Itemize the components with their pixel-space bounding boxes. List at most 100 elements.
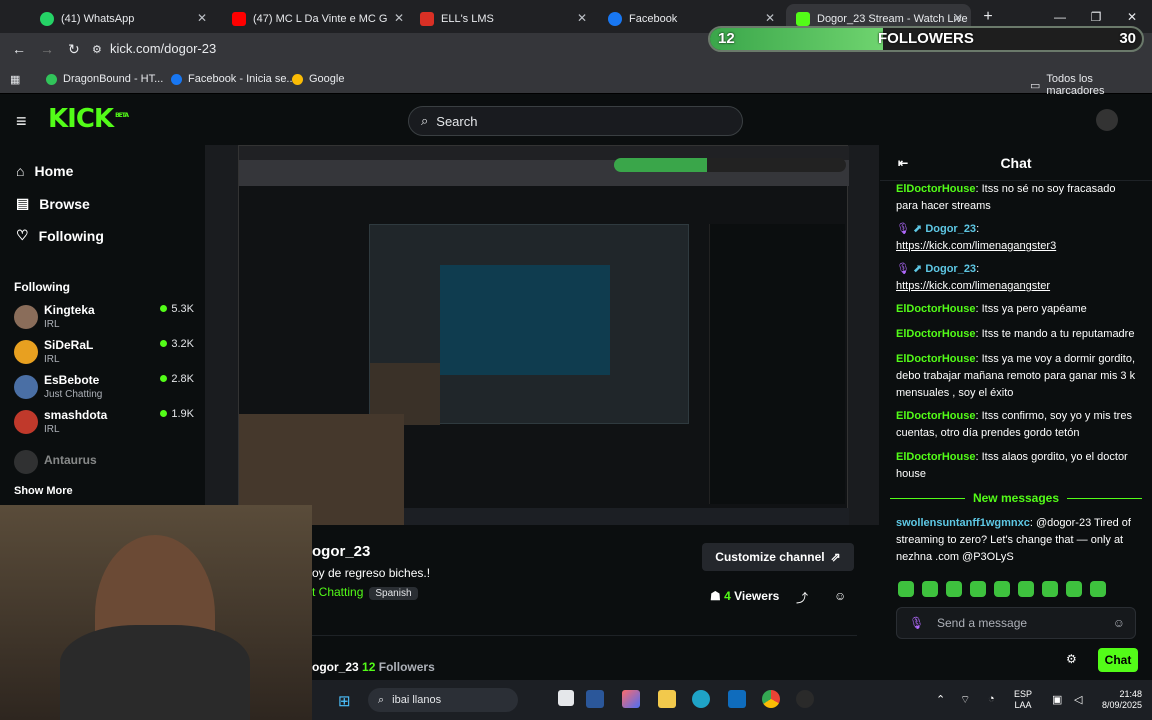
chat-link[interactable]: https://kick.com/limenagangster xyxy=(896,280,1050,292)
clock[interactable]: 21:48 8/09/2025 xyxy=(1092,689,1142,711)
kick-icon xyxy=(796,11,810,26)
settings-gear-icon[interactable]: ⚙ xyxy=(1066,652,1077,666)
live-dot-icon xyxy=(160,375,168,382)
microphone-icon[interactable]: ◔ xyxy=(988,693,995,705)
whatsapp-icon xyxy=(40,11,54,26)
follow-user-icon[interactable]: ☺ xyxy=(834,589,846,603)
chevron-up-icon[interactable]: ⌃ xyxy=(936,693,945,706)
viewer-count: 1.9K xyxy=(160,408,194,420)
following-item[interactable]: EsBebote Just Chatting 2.8K xyxy=(14,373,194,405)
nav-browse[interactable]: ▤ Browse xyxy=(16,195,90,212)
chat-username[interactable]: ElDoctorHouse xyxy=(896,353,975,365)
close-icon[interactable]: ✕ xyxy=(197,11,207,25)
send-chat-button[interactable]: Chat xyxy=(1098,648,1138,672)
tab-whatsapp[interactable]: (41) WhatsApp ✕ xyxy=(30,4,215,33)
avatar[interactable] xyxy=(1096,109,1118,131)
close-icon[interactable]: ✕ xyxy=(953,11,963,25)
following-item-offline[interactable]: Antaurus xyxy=(14,448,194,480)
tab-ells-lms[interactable]: ELL's LMS ✕ xyxy=(410,4,595,33)
tab-youtube[interactable]: (47) MC L Da Vinte e MC G ✕ xyxy=(222,4,412,33)
bookmark-google[interactable]: Google xyxy=(292,73,344,85)
all-bookmarks[interactable]: ▭ Todos los marcadores xyxy=(1030,73,1152,97)
kick-logo[interactable]: KICK BETA xyxy=(48,104,129,134)
emote-icon[interactable] xyxy=(898,581,914,597)
bookmark-facebook[interactable]: Facebook - Inicia se... xyxy=(171,73,296,85)
chat-username[interactable]: ElDoctorHouse xyxy=(896,410,975,422)
chat-username[interactable]: swollensuntanff1wgmnxc xyxy=(896,517,1030,529)
following-item[interactable]: Kingteka IRL 5.3K xyxy=(14,303,194,335)
language-tag[interactable]: Spanish xyxy=(369,587,418,600)
chat-username[interactable]: Dogor_23 xyxy=(925,223,976,235)
emote-icon[interactable] xyxy=(1090,581,1106,597)
emote-icon[interactable] xyxy=(970,581,986,597)
keyboard-language[interactable]: ESP LAA xyxy=(1014,689,1032,711)
edge-icon[interactable] xyxy=(692,690,710,708)
reload-icon[interactable]: ↻ xyxy=(68,41,80,58)
new-messages-divider[interactable]: New messages xyxy=(890,491,1142,505)
forward-icon[interactable]: → xyxy=(40,41,54,57)
chat-message: swollensuntanff1wgmnxc: @dogor-23 Tired … xyxy=(896,517,1131,563)
url-field[interactable]: kick.com/dogor-23 xyxy=(110,41,216,56)
stream-video-player[interactable] xyxy=(205,145,879,525)
chat-username[interactable]: ElDoctorHouse xyxy=(896,303,975,315)
logo-badge: BETA xyxy=(115,112,129,120)
taskbar-search[interactable]: ⌕ ibai llanos xyxy=(368,688,518,712)
emote-icon[interactable] xyxy=(1042,581,1058,597)
menu-icon[interactable]: ≡ xyxy=(16,111,27,132)
divider-line xyxy=(890,497,965,499)
channel-name: EsBebote xyxy=(44,373,100,387)
chrome-icon[interactable] xyxy=(762,690,780,708)
viewer-value: 4 xyxy=(724,589,731,603)
channel-name[interactable]: ogor_23 xyxy=(312,543,370,560)
share-icon[interactable]: ⤴ xyxy=(796,589,808,606)
dragonbound-icon xyxy=(46,73,57,85)
nav-home[interactable]: ⌂ Home xyxy=(16,163,73,179)
emote-icon[interactable] xyxy=(994,581,1010,597)
close-icon[interactable]: ✕ xyxy=(394,11,404,25)
chat-link[interactable]: https://kick.com/limenagangster3 xyxy=(896,240,1056,252)
webcam-shirt xyxy=(60,625,250,720)
channel-name[interactable]: ogor_23 xyxy=(312,660,359,674)
copilot-icon[interactable] xyxy=(622,690,640,708)
collapse-chat-icon[interactable]: ⇤ xyxy=(898,156,908,170)
task-view-icon[interactable] xyxy=(558,690,574,706)
chat-username[interactable]: Dogor_23 xyxy=(925,263,976,275)
viewer-count: 5.3K xyxy=(160,303,194,315)
emoji-icon[interactable]: ☺ xyxy=(1113,616,1125,630)
nav-following[interactable]: ♡ Following xyxy=(16,227,104,244)
volume-icon[interactable]: ◁ xyxy=(1074,693,1082,706)
emote-icon[interactable] xyxy=(946,581,962,597)
apps-icon[interactable]: ▦ xyxy=(10,73,20,86)
emote-icon[interactable] xyxy=(1066,581,1082,597)
site-info-icon[interactable]: ⚙ xyxy=(92,43,102,56)
back-icon[interactable]: ← xyxy=(12,41,26,57)
customize-channel-button[interactable]: Customize channel ⇗ xyxy=(702,543,854,571)
live-dot-icon xyxy=(160,340,168,347)
following-item[interactable]: smashdota IRL 1.9K xyxy=(14,408,194,440)
emote-icon[interactable] xyxy=(1018,581,1034,597)
followers-goal: 30 xyxy=(1119,30,1136,47)
chat-username[interactable]: ElDoctorHouse xyxy=(896,183,975,195)
windows-start-icon[interactable]: ⊞ xyxy=(338,692,351,710)
display-icon[interactable]: ▣ xyxy=(1052,693,1062,706)
close-icon[interactable]: ✕ xyxy=(577,11,587,25)
nav-label: Following xyxy=(38,227,104,244)
obs-icon[interactable] xyxy=(796,690,814,708)
search-input[interactable]: ⌕ Search xyxy=(408,106,743,136)
channel-name: smashdota xyxy=(44,408,108,422)
chat-username[interactable]: ElDoctorHouse xyxy=(896,451,975,463)
store-icon[interactable] xyxy=(728,690,746,708)
close-icon[interactable]: ✕ xyxy=(765,11,775,25)
channel-footer: ogor_23 12 Followers xyxy=(312,660,435,674)
bookmark-dragonbound[interactable]: DragonBound - HT... xyxy=(46,73,163,85)
network-icon[interactable]: ⌔ xyxy=(960,693,970,707)
file-explorer-icon[interactable] xyxy=(658,690,676,708)
chat-username[interactable]: ElDoctorHouse xyxy=(896,328,975,340)
stream-category[interactable]: t Chatting xyxy=(312,585,363,599)
following-item[interactable]: SiDeRaL IRL 3.2K xyxy=(14,338,194,370)
word-icon[interactable] xyxy=(586,690,604,708)
bookmarks-bar: ▦ DragonBound - HT... Facebook - Inicia … xyxy=(0,67,1152,97)
chat-input[interactable]: 🎙 Send a message ☺ xyxy=(896,607,1136,639)
show-more-button[interactable]: Show More xyxy=(14,485,73,497)
emote-icon[interactable] xyxy=(922,581,938,597)
